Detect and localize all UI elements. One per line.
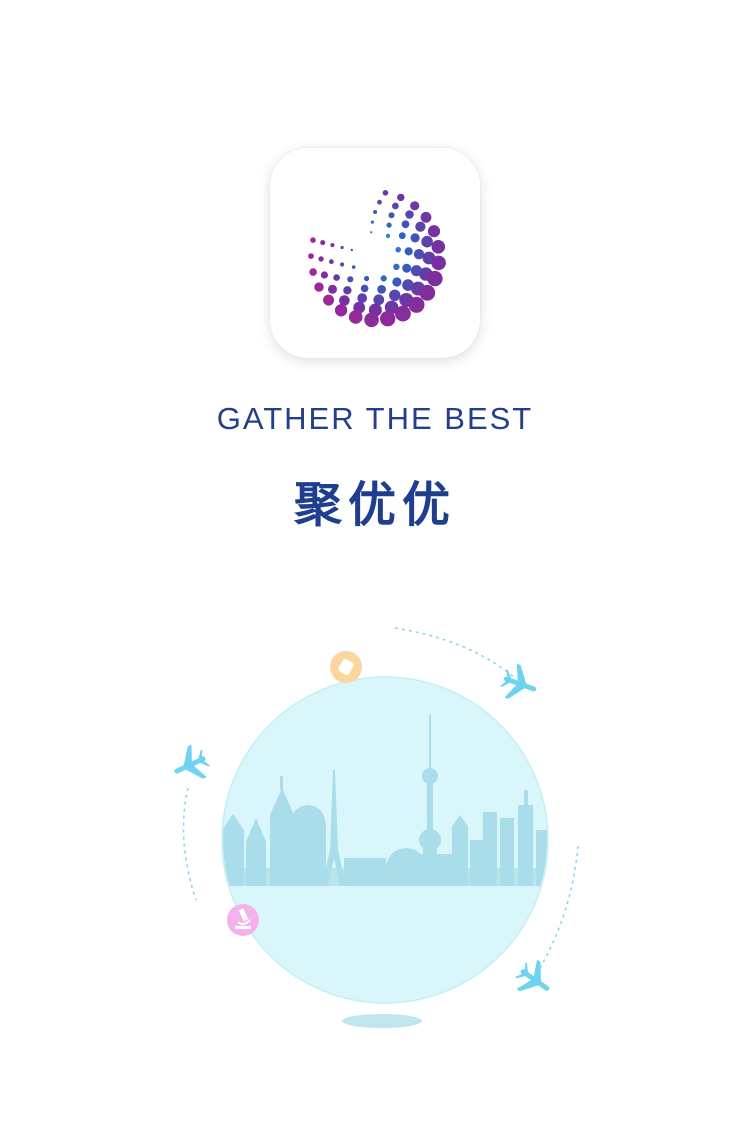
logo-dot [408, 296, 425, 313]
logo-dot [389, 289, 401, 301]
logo-dot [320, 240, 326, 246]
logo-dot [328, 284, 337, 294]
logo-dot [405, 210, 414, 219]
logo-dot [380, 275, 387, 282]
logo-dot [340, 262, 345, 267]
logo-dot [393, 263, 400, 270]
logo-dot [421, 235, 433, 248]
logo-dot [364, 312, 379, 328]
logo-dot [350, 248, 353, 252]
logo-dot [370, 231, 373, 234]
logo-dot [309, 268, 317, 276]
logo-dot [420, 211, 432, 223]
logo-dot [343, 286, 352, 295]
logo-dot [310, 237, 316, 243]
logo-dot [392, 202, 399, 210]
logo-dot [334, 304, 348, 317]
logo-dot [330, 243, 335, 248]
logo-dot [392, 277, 402, 287]
badge-icon [330, 651, 362, 683]
logo-dot [348, 310, 363, 324]
logo-dot [377, 285, 386, 294]
logo-dot [427, 270, 443, 287]
orbit-dash-left [182, 787, 197, 901]
logo-dot [427, 225, 441, 238]
logo-dot [351, 265, 356, 269]
logo-dot [382, 190, 389, 196]
logo-dot [386, 222, 392, 228]
logo-dot [388, 212, 395, 219]
logo-dot [360, 284, 369, 293]
logo-dot [395, 246, 401, 253]
logo-dot [377, 199, 382, 205]
logo-dot [308, 253, 314, 259]
logo-dot [385, 233, 391, 238]
logo-dot [347, 276, 354, 283]
logo-dot [370, 220, 374, 224]
logo-dot [395, 305, 411, 322]
logo-dot [318, 256, 324, 262]
app-tagline: GATHER THE BEST [216, 401, 534, 436]
dot-swirl-logo-icon [308, 190, 446, 328]
logo-dot [314, 282, 324, 292]
airplane-icon [174, 744, 211, 779]
logo-dot [333, 274, 340, 281]
logo-dot [373, 210, 378, 214]
app-brand-name: 聚优优 [293, 477, 456, 533]
logo-dot [431, 240, 446, 254]
orbit-dash-top [394, 627, 516, 679]
airplane-icon [515, 959, 550, 992]
logo-dot [431, 255, 446, 271]
logo-dot [320, 271, 328, 279]
logo-dot [380, 311, 396, 327]
logo-dot [398, 232, 406, 240]
logo-dot [397, 193, 405, 202]
airplane-icon [500, 663, 537, 699]
logo-dot [329, 259, 334, 265]
logo-dot [410, 201, 420, 211]
logo-dot [323, 294, 335, 306]
world-travel-illustration [174, 627, 579, 1028]
logo-dot [404, 247, 413, 256]
app-logo [270, 148, 480, 358]
logo-dot [415, 221, 426, 232]
microscope-icon [227, 904, 259, 936]
logo-dot [340, 245, 344, 250]
logo-dot [402, 263, 412, 273]
logo-dot [419, 284, 436, 301]
logo-dot [364, 275, 370, 282]
logo-dot [401, 220, 410, 229]
world-skyline-globe-icon [221, 676, 549, 1004]
logo-dot [357, 293, 368, 303]
logo-dot [410, 233, 420, 243]
globe-shadow [342, 1014, 422, 1028]
